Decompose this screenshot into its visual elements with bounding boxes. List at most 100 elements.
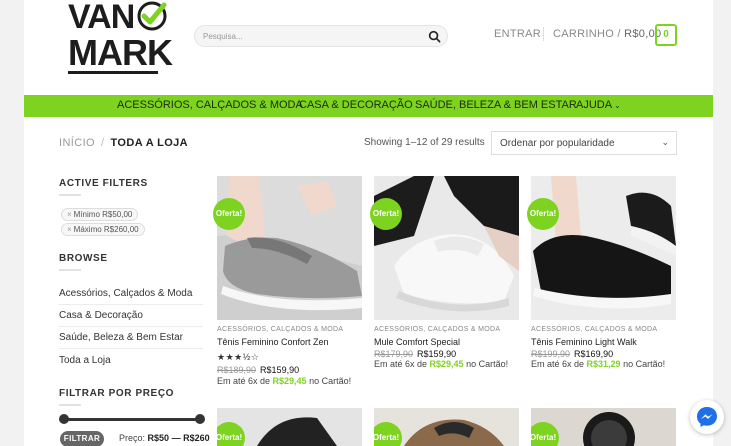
- breadcrumb-separator: /: [101, 137, 105, 149]
- price-filter-heading: FILTRAR POR PREÇO: [59, 388, 175, 399]
- login-link[interactable]: ENTRAR: [494, 28, 541, 40]
- filter-button[interactable]: FILTRAR: [60, 431, 104, 446]
- filter-chip-min[interactable]: × Mínimo R$50,00: [61, 208, 139, 221]
- chevron-down-icon: ⌄: [661, 137, 669, 147]
- messenger-button[interactable]: [690, 400, 724, 434]
- price-label: Preço:: [119, 433, 146, 443]
- sidebar-category-acessorios[interactable]: Acessórios, Calçados & Moda: [59, 288, 203, 305]
- search-icon[interactable]: [428, 30, 441, 43]
- product-card[interactable]: Oferta! ACESSÓRIOS, CALÇADOS & MODA Mule…: [370, 176, 519, 396]
- sort-selected-value: Ordenar por popularidade: [500, 138, 615, 149]
- header-divider: [543, 27, 544, 41]
- sale-badge: Oferta!: [370, 198, 402, 230]
- black-sneaker-image: [531, 176, 676, 320]
- remove-filter-icon[interactable]: ×: [67, 225, 72, 234]
- installment-value: R$29,45: [272, 376, 307, 386]
- sale-price: R$169,90: [574, 349, 614, 359]
- sidebar-category-casa[interactable]: Casa & Decoração: [59, 310, 203, 327]
- white-mule-image: [374, 176, 519, 320]
- menu-item-casa[interactable]: CASA & DECORAÇÃO: [299, 99, 413, 111]
- sort-select[interactable]: Ordenar por popularidade ⌄: [491, 131, 677, 155]
- old-price: R$189,90: [217, 365, 257, 375]
- page: VAN MARK ENTRAR CARRINHO / R$0,00 0: [0, 0, 731, 446]
- installment-suffix: no Cartão!: [463, 359, 509, 369]
- old-price: R$179,90: [374, 349, 414, 359]
- search-input[interactable]: [203, 29, 423, 44]
- browse-heading: BROWSE: [59, 253, 108, 264]
- menu-item-ajuda-label: AJUDA: [576, 99, 613, 111]
- heading-rule: [59, 194, 81, 196]
- remove-filter-icon[interactable]: ×: [67, 210, 72, 219]
- product-image[interactable]: Oferta!: [217, 408, 362, 446]
- result-count: Showing 1–12 of 29 results: [364, 137, 485, 148]
- site-header: VAN MARK ENTRAR CARRINHO / R$0,00 0: [24, 0, 713, 95]
- breadcrumb-current: TODA A LOJA: [110, 137, 189, 149]
- filter-chip-label: Máximo R$260,00: [73, 225, 139, 234]
- price-slider-track[interactable]: [62, 418, 200, 421]
- product-image[interactable]: Oferta!: [374, 408, 519, 446]
- heading-rule: [59, 269, 81, 271]
- price-min: R$50: [147, 433, 170, 443]
- product-image[interactable]: [531, 176, 676, 320]
- product-price: R$199,90 R$169,90: [531, 349, 613, 359]
- menu-item-acessorios[interactable]: ACESSÓRIOS, CALÇADOS & MODA: [117, 99, 303, 111]
- store-frame: VAN MARK ENTRAR CARRINHO / R$0,00 0: [24, 0, 713, 446]
- product-category[interactable]: ACESSÓRIOS, CALÇADOS & MODA: [531, 326, 657, 333]
- sale-badge: Oferta!: [527, 198, 559, 230]
- cart-label: CARRINHO /: [553, 28, 625, 40]
- menu-item-ajuda[interactable]: AJUDA ⌄: [576, 99, 621, 111]
- product-category[interactable]: ACESSÓRIOS, CALÇADOS & MODA: [217, 326, 343, 333]
- messenger-icon: [697, 407, 717, 427]
- old-price: R$199,90: [531, 349, 571, 359]
- price-max: R$260: [183, 433, 210, 443]
- price-dash: —: [171, 433, 181, 443]
- chevron-down-icon: ⌄: [614, 101, 621, 110]
- installment-suffix: no Cartão!: [306, 376, 352, 386]
- checkmark-logo-icon: [137, 1, 167, 31]
- menu-item-saude[interactable]: SAÚDE, BELEZA & BEM ESTAR: [415, 99, 577, 111]
- heading-rule: [59, 404, 81, 406]
- grey-sneaker-image: [217, 176, 362, 320]
- sidebar-category-saude[interactable]: Saúde, Beleza & Bem Estar: [59, 332, 203, 349]
- logo[interactable]: VAN MARK: [68, 0, 173, 76]
- logo-underline: [68, 71, 158, 74]
- sale-price: R$159,90: [260, 365, 300, 375]
- logo-line-2: MARK: [68, 32, 173, 73]
- cart-link[interactable]: CARRINHO / R$0,00: [553, 28, 661, 40]
- product-name[interactable]: Mule Comfort Special: [374, 337, 460, 347]
- product-price: R$179,90 R$159,90: [374, 349, 456, 359]
- breadcrumb-home[interactable]: INÍCIO: [59, 137, 95, 149]
- installment-text: Em até 6x de R$29,45 no Cartão!: [374, 359, 508, 369]
- installment-text: Em até 6x de R$31,29 no Cartão!: [531, 359, 665, 369]
- main-menu: ACESSÓRIOS, CALÇADOS & MODA CASA & DECOR…: [24, 95, 713, 117]
- sale-price: R$159,90: [417, 349, 457, 359]
- breadcrumb: INÍCIO / TODA A LOJA: [59, 137, 188, 149]
- product-price: R$189,90 R$159,90: [217, 365, 299, 375]
- product-image[interactable]: [374, 176, 519, 320]
- product-name[interactable]: Tênis Feminino Confort Zen: [217, 337, 329, 347]
- installment-value: R$29,45: [429, 359, 464, 369]
- price-slider-max-handle[interactable]: [195, 414, 205, 424]
- product-image[interactable]: [217, 176, 362, 320]
- cart-count-badge[interactable]: 0: [655, 24, 677, 46]
- product-card[interactable]: Oferta! ACESSÓRIOS, CALÇADOS & MODA Têni…: [213, 176, 362, 396]
- filter-chip-max[interactable]: × Máximo R$260,00: [61, 223, 145, 236]
- installment-suffix: no Cartão!: [620, 359, 666, 369]
- installment-value: R$31,29: [586, 359, 621, 369]
- search-bar: [194, 25, 448, 47]
- active-filters-heading: ACTIVE FILTERS: [59, 178, 148, 189]
- price-range-text: Preço: R$50 — R$260: [119, 433, 210, 443]
- rating-stars: ★★★½☆: [217, 352, 260, 362]
- sale-badge: Oferta!: [213, 198, 245, 230]
- product-category[interactable]: ACESSÓRIOS, CALÇADOS & MODA: [374, 326, 500, 333]
- product-name[interactable]: Tênis Feminino Light Walk: [531, 337, 637, 347]
- filter-chip-label: Mínimo R$50,00: [73, 210, 133, 219]
- installment-prefix: Em até 6x de: [217, 376, 273, 386]
- sidebar-category-toda-loja[interactable]: Toda a Loja: [59, 355, 203, 371]
- installment-prefix: Em até 6x de: [531, 359, 587, 369]
- product-image[interactable]: Oferta!: [531, 408, 676, 446]
- price-slider-min-handle[interactable]: [59, 414, 69, 424]
- installment-text: Em até 6x de R$29,45 no Cartão!: [217, 376, 351, 386]
- installment-prefix: Em até 6x de: [374, 359, 430, 369]
- product-card[interactable]: Oferta! ACESSÓRIOS, CALÇADOS & MODA Têni…: [527, 176, 676, 396]
